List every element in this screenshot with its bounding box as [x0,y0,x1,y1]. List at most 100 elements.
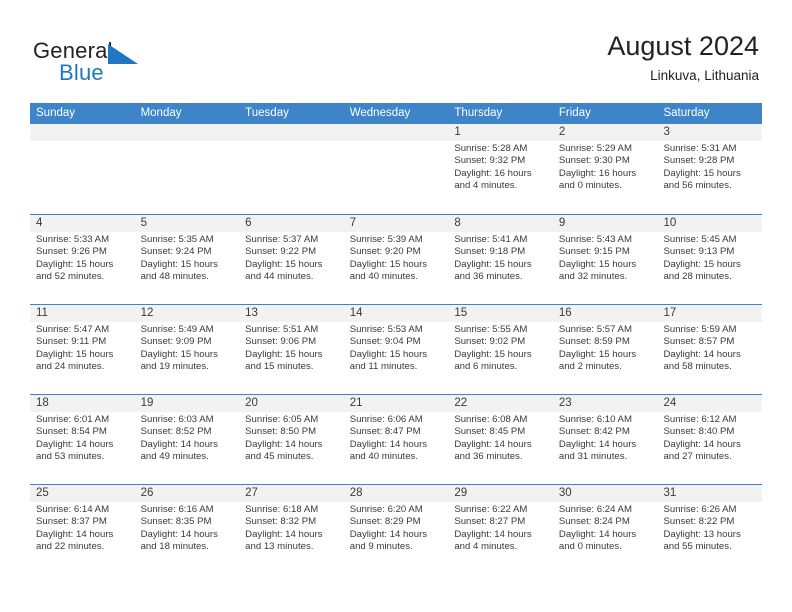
day-cell[interactable]: 28 Sunrise: 6:20 AM Sunset: 8:29 PM Dayl… [343,485,449,574]
day-cell[interactable]: 7 Sunrise: 5:39 AM Sunset: 9:20 PM Dayli… [343,215,449,304]
sunrise-text: Sunrise: 5:41 AM [454,234,528,245]
daylight-text-line2: and 32 minutes. [558,271,628,283]
day-number: 17 [663,307,677,319]
day-info: Sunrise: 5:37 AM Sunset: 9:22 PM Dayligh… [239,232,344,284]
daylight-text-line1: Daylight: 15 hours [349,348,428,360]
day-cell[interactable]: 9 Sunrise: 5:43 AM Sunset: 9:15 PM Dayli… [552,215,658,304]
day-cell[interactable]: 12 Sunrise: 5:49 AM Sunset: 9:09 PM Dayl… [134,305,240,394]
calendar-page: General Blue August 2024 Linkuva, Lithua… [0,0,792,612]
day-number: 4 [36,217,43,229]
daylight-text-line2: and 55 minutes. [663,541,732,553]
sunset-text: Sunset: 9:26 PM [36,246,107,258]
day-number-band [343,124,449,141]
daylight-text-line2: and 22 minutes. [36,541,105,553]
day-info: Sunrise: 6:26 AM Sunset: 8:22 PM Dayligh… [657,502,762,554]
day-cell[interactable]: 24 Sunrise: 6:12 AM Sunset: 8:40 PM Dayl… [657,395,763,484]
daylight-text-line2: and 36 minutes. [454,271,523,283]
sunset-text: Sunset: 8:29 PM [349,516,421,528]
sunrise-text: Sunrise: 6:10 AM [558,414,632,425]
day-info: Sunrise: 5:49 AM Sunset: 9:09 PM Dayligh… [135,322,240,374]
day-cell[interactable]: 2 Sunrise: 5:29 AM Sunset: 9:30 PM Dayli… [552,124,658,214]
week-row: 18 Sunrise: 6:01 AM Sunset: 8:54 PM Dayl… [30,394,763,484]
day-cell[interactable]: 11 Sunrise: 5:47 AM Sunset: 9:11 PM Dayl… [30,305,135,394]
daylight-text-line1: Daylight: 15 hours [454,258,532,270]
weekday-header-saturday: Saturday [663,107,710,119]
day-info: Sunrise: 6:22 AM Sunset: 8:27 PM Dayligh… [448,502,553,554]
sunrise-text: Sunrise: 5:39 AM [349,234,423,245]
brand-logo[interactable]: General Blue [33,38,213,88]
day-number: 11 [36,307,48,319]
day-cell[interactable]: 8 Sunrise: 5:41 AM Sunset: 9:18 PM Dayli… [448,215,553,304]
sunrise-text: Sunrise: 5:49 AM [140,324,214,335]
day-cell[interactable]: 13 Sunrise: 5:51 AM Sunset: 9:06 PM Dayl… [239,305,344,394]
daylight-text-line1: Daylight: 14 hours [349,528,428,540]
sunrise-text: Sunrise: 6:14 AM [36,504,110,515]
day-cell[interactable]: 27 Sunrise: 6:18 AM Sunset: 8:32 PM Dayl… [239,485,344,574]
day-cell[interactable]: 22 Sunrise: 6:08 AM Sunset: 8:45 PM Dayl… [448,395,553,484]
daylight-text-line1: Daylight: 14 hours [140,438,218,450]
sunrise-text: Sunrise: 5:35 AM [140,234,214,245]
daylight-text-line1: Daylight: 14 hours [36,528,114,540]
sunrise-text: Sunrise: 5:43 AM [558,234,632,245]
sunrise-text: Sunrise: 6:06 AM [349,414,423,425]
day-number: 22 [454,397,468,409]
day-cell[interactable]: 5 Sunrise: 5:35 AM Sunset: 9:24 PM Dayli… [134,215,240,304]
day-cell[interactable]: 20 Sunrise: 6:05 AM Sunset: 8:50 PM Dayl… [239,395,344,484]
day-info: Sunrise: 5:41 AM Sunset: 9:18 PM Dayligh… [448,232,553,284]
day-info: Sunrise: 5:43 AM Sunset: 9:15 PM Dayligh… [553,232,658,284]
day-number: 30 [558,487,572,499]
daylight-text-line1: Daylight: 15 hours [140,258,218,270]
day-number: 26 [140,487,154,499]
day-cell[interactable]: 17 Sunrise: 5:59 AM Sunset: 8:57 PM Dayl… [657,305,763,394]
title-block: August 2024 Linkuva, Lithuania [607,30,759,86]
day-cell[interactable]: 31 Sunrise: 6:26 AM Sunset: 8:22 PM Dayl… [657,485,763,574]
day-cell[interactable]: 21 Sunrise: 6:06 AM Sunset: 8:47 PM Dayl… [343,395,449,484]
day-number: 24 [663,397,677,409]
sunrise-text: Sunrise: 6:08 AM [454,414,528,425]
day-cell[interactable]: 15 Sunrise: 5:55 AM Sunset: 9:02 PM Dayl… [448,305,553,394]
day-info: Sunrise: 5:47 AM Sunset: 9:11 PM Dayligh… [30,322,135,374]
day-cell[interactable]: 19 Sunrise: 6:03 AM Sunset: 8:52 PM Dayl… [134,395,240,484]
day-cell[interactable]: 23 Sunrise: 6:10 AM Sunset: 8:42 PM Dayl… [552,395,658,484]
day-cell[interactable]: 14 Sunrise: 5:53 AM Sunset: 9:04 PM Dayl… [343,305,449,394]
weekday-header-friday: Friday [558,107,591,119]
daylight-text-line1: Daylight: 15 hours [558,348,637,360]
daylight-text-line2: and 2 minutes. [558,361,622,373]
daylight-text-line2: and 52 minutes. [36,271,105,283]
daylight-text-line1: Daylight: 14 hours [663,348,741,360]
day-number: 2 [558,126,566,138]
day-cell[interactable]: 1 Sunrise: 5:28 AM Sunset: 9:32 PM Dayli… [448,124,553,214]
day-cell[interactable]: 29 Sunrise: 6:22 AM Sunset: 8:27 PM Dayl… [448,485,553,574]
daylight-text-line2: and 11 minutes. [349,361,418,373]
sunset-text: Sunset: 9:30 PM [558,155,630,167]
sunrise-text: Sunrise: 5:29 AM [558,143,632,154]
day-cell[interactable]: 16 Sunrise: 5:57 AM Sunset: 8:59 PM Dayl… [552,305,658,394]
day-cell[interactable]: 4 Sunrise: 5:33 AM Sunset: 9:26 PM Dayli… [30,215,135,304]
day-number: 10 [663,217,677,229]
daylight-text-line2: and 0 minutes. [558,541,622,553]
week-row: 1 Sunrise: 5:28 AM Sunset: 9:32 PM Dayli… [30,124,763,214]
day-info: Sunrise: 6:03 AM Sunset: 8:52 PM Dayligh… [135,412,240,464]
daylight-text-line1: Daylight: 14 hours [454,438,532,450]
daylight-text-line2: and 4 minutes. [454,541,518,553]
day-cell[interactable]: 18 Sunrise: 6:01 AM Sunset: 8:54 PM Dayl… [30,395,135,484]
daylight-text-line2: and 58 minutes. [663,361,732,373]
daylight-text-line2: and 44 minutes. [245,271,314,283]
sunrise-text: Sunrise: 5:31 AM [663,143,737,154]
day-cell[interactable]: 3 Sunrise: 5:31 AM Sunset: 9:28 PM Dayli… [657,124,763,214]
day-number: 9 [558,217,566,229]
daylight-text-line2: and 40 minutes. [349,271,419,283]
daylight-text-line1: Daylight: 15 hours [245,348,323,360]
sunrise-text: Sunrise: 5:53 AM [349,324,423,335]
day-cell[interactable]: 10 Sunrise: 5:45 AM Sunset: 9:13 PM Dayl… [657,215,763,304]
day-cell[interactable]: 26 Sunrise: 6:16 AM Sunset: 8:35 PM Dayl… [134,485,240,574]
day-number: 3 [663,126,670,138]
day-info: Sunrise: 5:57 AM Sunset: 8:59 PM Dayligh… [553,322,658,374]
day-cell[interactable]: 6 Sunrise: 5:37 AM Sunset: 9:22 PM Dayli… [239,215,344,304]
day-cell-empty [30,124,135,214]
day-cell[interactable]: 25 Sunrise: 6:14 AM Sunset: 8:37 PM Dayl… [30,485,135,574]
sunrise-text: Sunrise: 6:05 AM [245,414,319,425]
daylight-text-line1: Daylight: 13 hours [663,528,741,540]
daylight-text-line1: Daylight: 16 hours [558,167,637,179]
day-cell[interactable]: 30 Sunrise: 6:24 AM Sunset: 8:24 PM Dayl… [552,485,658,574]
